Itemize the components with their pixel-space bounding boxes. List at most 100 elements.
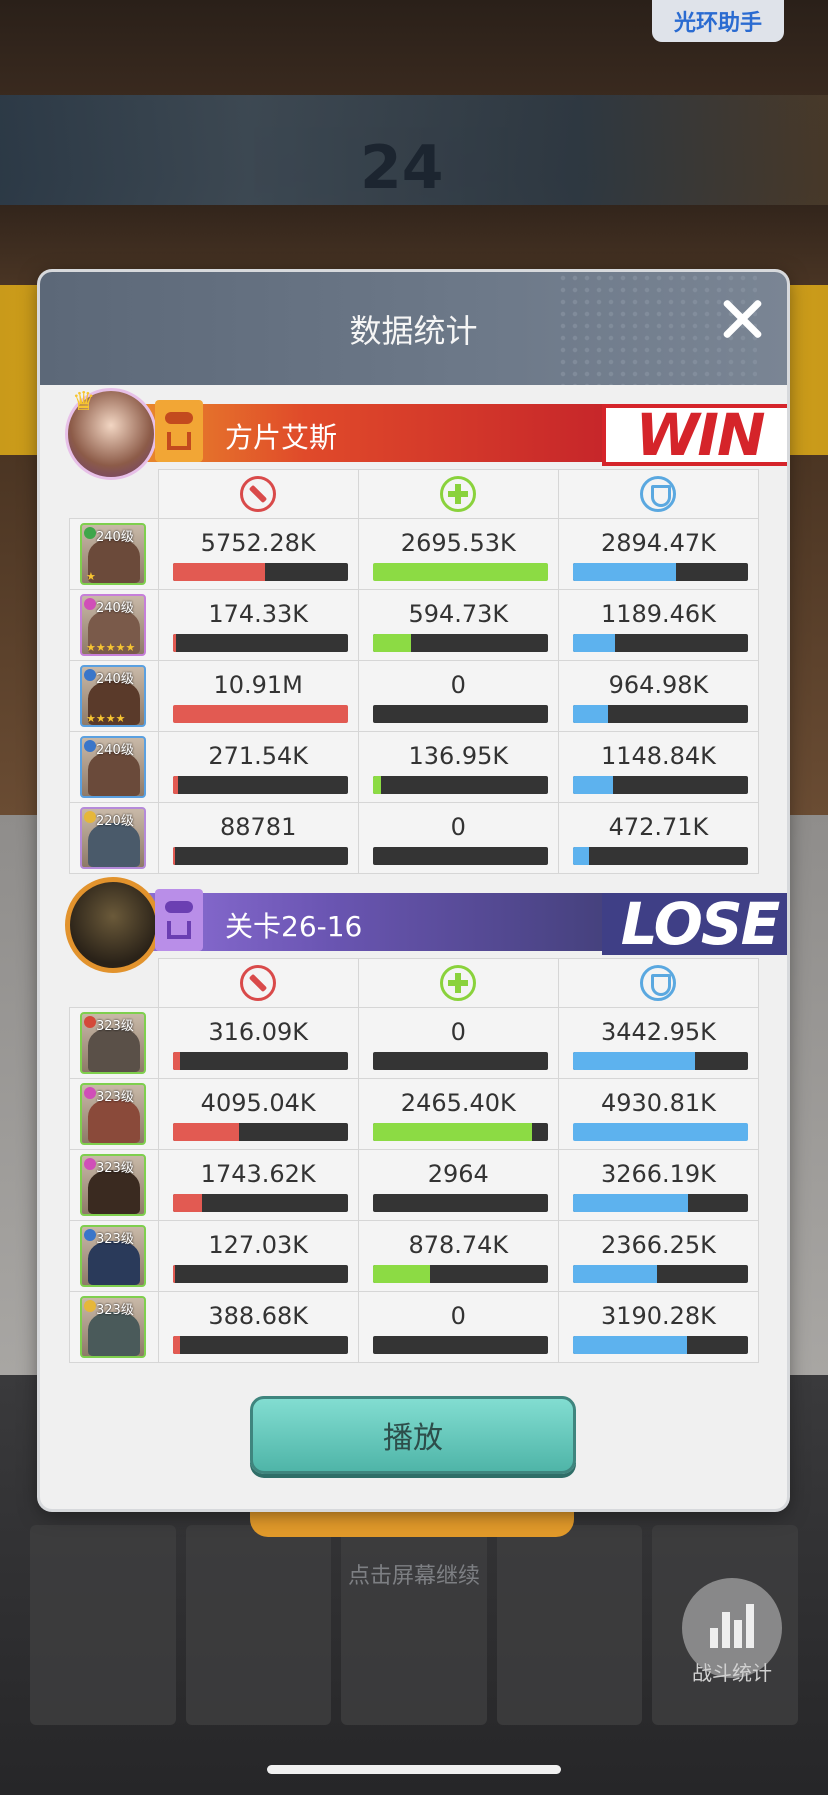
empty-cell	[70, 470, 159, 519]
result-badge: LOSE	[602, 890, 787, 958]
hero-portrait[interactable]: 323级	[80, 1083, 146, 1145]
hero-portrait[interactable]: 220级	[80, 807, 146, 869]
damage-bar-fill	[172, 847, 176, 865]
faction-icon	[84, 811, 96, 823]
tank-bar-fill	[572, 634, 615, 652]
tank-bar	[572, 1123, 748, 1141]
hero-portrait-cell: 240级 ★	[69, 518, 159, 590]
damage-cell: 1743.62K	[157, 1149, 359, 1221]
hero-portrait[interactable]: 323级	[80, 1154, 146, 1216]
hero-face	[88, 823, 140, 867]
hero-stars: ★	[86, 570, 96, 583]
damage-value: 271.54K	[208, 742, 309, 770]
tank-bar-fill	[572, 776, 614, 794]
team-banner-loser: 关卡26-16 LOSE	[65, 877, 787, 973]
faction-icon	[84, 1158, 96, 1170]
stat-header-cell	[357, 469, 559, 519]
sword-icon	[240, 476, 277, 512]
play-button[interactable]: 播放	[250, 1396, 576, 1474]
battle-stats-button[interactable]: 战斗统计	[682, 1578, 782, 1685]
damage-cell: 271.54K	[157, 731, 359, 803]
heal-cell: 0	[357, 1007, 559, 1079]
cross-icon	[440, 965, 477, 1001]
heal-cell: 0	[357, 660, 559, 732]
hero-portrait[interactable]: 323级	[80, 1225, 146, 1287]
tank-bar	[572, 705, 748, 723]
faction-icon	[84, 1229, 96, 1241]
damage-cell: 5752.28K	[157, 518, 359, 590]
tank-value: 3266.19K	[600, 1160, 716, 1188]
heal-bar-fill	[372, 1265, 431, 1283]
team-flag-icon	[155, 889, 203, 951]
tank-cell: 3442.95K	[557, 1007, 760, 1079]
close-icon[interactable]	[717, 294, 767, 344]
hero-portrait[interactable]: 240级	[80, 736, 146, 798]
hero-portrait[interactable]: 240级 ★	[80, 523, 146, 585]
damage-value: 174.33K	[208, 600, 309, 628]
hero-face	[88, 1312, 140, 1356]
damage-cell: 10.91M	[157, 660, 359, 732]
hero-portrait[interactable]: 323级	[80, 1012, 146, 1074]
heal-cell: 0	[357, 1291, 559, 1363]
faction-icon	[84, 1087, 96, 1099]
hero-level: 323级	[96, 1090, 134, 1105]
hero-stars: ★★★★	[86, 712, 126, 725]
heal-cell: 136.95K	[357, 731, 559, 803]
hero-portrait-cell: 323级	[69, 1291, 159, 1363]
tank-bar-fill	[572, 563, 677, 581]
damage-cell: 316.09K	[157, 1007, 359, 1079]
hero-stat-row: 323级 4095.04K 2465.40K 4930.81K	[69, 1078, 760, 1150]
damage-bar	[172, 705, 348, 723]
bar-chart-icon	[710, 1604, 754, 1648]
team-banner-bar	[135, 893, 622, 951]
damage-cell: 4095.04K	[157, 1078, 359, 1150]
tank-bar-fill	[572, 1123, 748, 1141]
hero-stat-row: 220级 88781 0 472.71K	[69, 802, 760, 874]
cross-icon	[440, 476, 477, 512]
hero-stars: ★★★★★	[86, 641, 136, 654]
tank-cell: 472.71K	[557, 802, 760, 874]
tank-bar-fill	[572, 1052, 696, 1070]
damage-bar-fill	[172, 1336, 180, 1354]
stat-header-cell	[557, 469, 760, 519]
heal-value: 0	[450, 1018, 466, 1046]
heal-bar-fill	[372, 563, 548, 581]
heal-bar	[372, 1194, 548, 1212]
faction-icon	[84, 527, 96, 539]
stat-header-cell	[157, 469, 359, 519]
heal-value: 2695.53K	[400, 529, 516, 557]
stats-table-team-1: 240级 ★ 5752.28K 2695.53K 2894.47K 240级 ★★★★★ 17…	[69, 469, 760, 874]
damage-bar	[172, 1123, 348, 1141]
hero-portrait[interactable]: 240级 ★★★★	[80, 665, 146, 727]
damage-bar	[172, 847, 348, 865]
heal-bar	[372, 776, 548, 794]
team-banner-winner: ♛ 方片艾斯 WIN	[65, 387, 787, 480]
tank-bar	[572, 1336, 748, 1354]
hero-portrait-cell: 323级	[69, 1078, 159, 1150]
hero-level: 240级	[96, 601, 134, 616]
home-indicator[interactable]	[267, 1765, 561, 1774]
tank-cell: 2894.47K	[557, 518, 760, 590]
heal-value: 594.73K	[408, 600, 509, 628]
tank-bar-fill	[572, 847, 589, 865]
tank-bar	[572, 634, 748, 652]
hero-level: 240级	[96, 672, 134, 687]
hero-stat-row: 240级 271.54K 136.95K 1148.84K	[69, 731, 760, 803]
hero-portrait-cell: 240级 ★★★★	[69, 660, 159, 732]
tank-value: 2366.25K	[600, 1231, 716, 1259]
heal-bar-fill	[372, 634, 412, 652]
hero-portrait[interactable]: 323级	[80, 1296, 146, 1358]
tank-value: 3190.28K	[600, 1302, 716, 1330]
dialog-header: 数据统计	[40, 272, 787, 385]
player-avatar[interactable]: ♛	[65, 387, 157, 480]
tank-value: 472.71K	[608, 813, 709, 841]
hero-portrait-cell: 220级	[69, 802, 159, 874]
tank-bar	[572, 847, 748, 865]
team-name: 关卡26-16	[225, 910, 363, 943]
team-banner-bar	[135, 404, 622, 462]
stat-header-cell	[157, 958, 359, 1008]
damage-value: 10.91M	[213, 671, 303, 699]
heal-bar	[372, 1052, 548, 1070]
halo-assistant-button[interactable]: 光环助手	[652, 0, 784, 42]
hero-portrait[interactable]: 240级 ★★★★★	[80, 594, 146, 656]
